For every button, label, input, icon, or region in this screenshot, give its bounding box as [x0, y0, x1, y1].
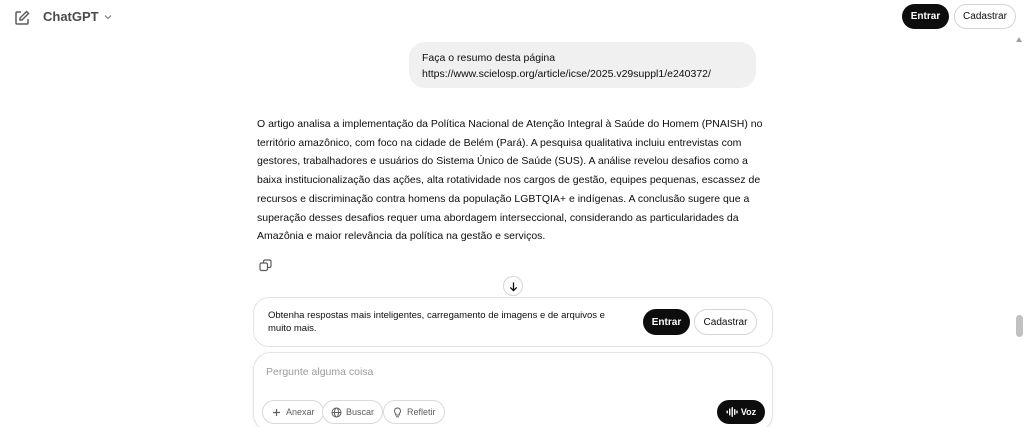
- user-message: Faça o resumo desta página https://www.s…: [409, 42, 756, 88]
- attach-button[interactable]: Anexar: [262, 400, 324, 424]
- think-button[interactable]: Refletir: [383, 400, 445, 424]
- search-label: Buscar: [346, 407, 375, 417]
- promo-text: Obtenha respostas mais inteligentes, car…: [268, 310, 605, 334]
- chevron-down-icon: [104, 14, 112, 19]
- message-input[interactable]: [266, 363, 706, 381]
- assistant-message: O artigo analisa a implementação da Polí…: [257, 118, 763, 243]
- edit-icon[interactable]: [13, 9, 31, 27]
- signup-promo-card: Obtenha respostas mais inteligentes, car…: [253, 297, 773, 347]
- scroll-to-bottom-button[interactable]: [503, 276, 523, 296]
- search-button[interactable]: Buscar: [322, 400, 384, 424]
- promo-login-button[interactable]: Entrar: [643, 309, 690, 335]
- voice-button[interactable]: Voz: [717, 400, 765, 424]
- waveform-icon: [726, 407, 738, 417]
- voice-label: Voz: [740, 407, 757, 417]
- plus-icon: [273, 408, 280, 416]
- promo-signup-button[interactable]: Cadastrar: [694, 309, 757, 335]
- model-selector[interactable]: ChatGPT: [43, 9, 113, 24]
- user-message-line: Faça o resumo desta página: [422, 52, 556, 64]
- user-message-url: https://www.scielosp.org/article/icse/20…: [422, 68, 711, 80]
- scroll-up-arrow-icon[interactable]: [1016, 37, 1022, 42]
- scrollbar-thumb[interactable]: [1016, 315, 1023, 337]
- scrollbar[interactable]: [1014, 36, 1024, 427]
- globe-icon: [331, 407, 342, 417]
- login-button[interactable]: Entrar: [902, 4, 949, 29]
- brand-title: ChatGPT: [43, 9, 99, 24]
- think-label: Refletir: [407, 407, 436, 417]
- copy-icon[interactable]: [259, 259, 272, 272]
- top-bar: ChatGPT Entrar Cadastrar: [0, 0, 1024, 36]
- arrow-down-icon: [509, 281, 517, 292]
- signup-button[interactable]: Cadastrar: [954, 4, 1016, 29]
- composer: Anexar Buscar Refletir Voz: [253, 352, 773, 427]
- attach-label: Anexar: [286, 407, 315, 417]
- lightbulb-icon: [394, 406, 401, 417]
